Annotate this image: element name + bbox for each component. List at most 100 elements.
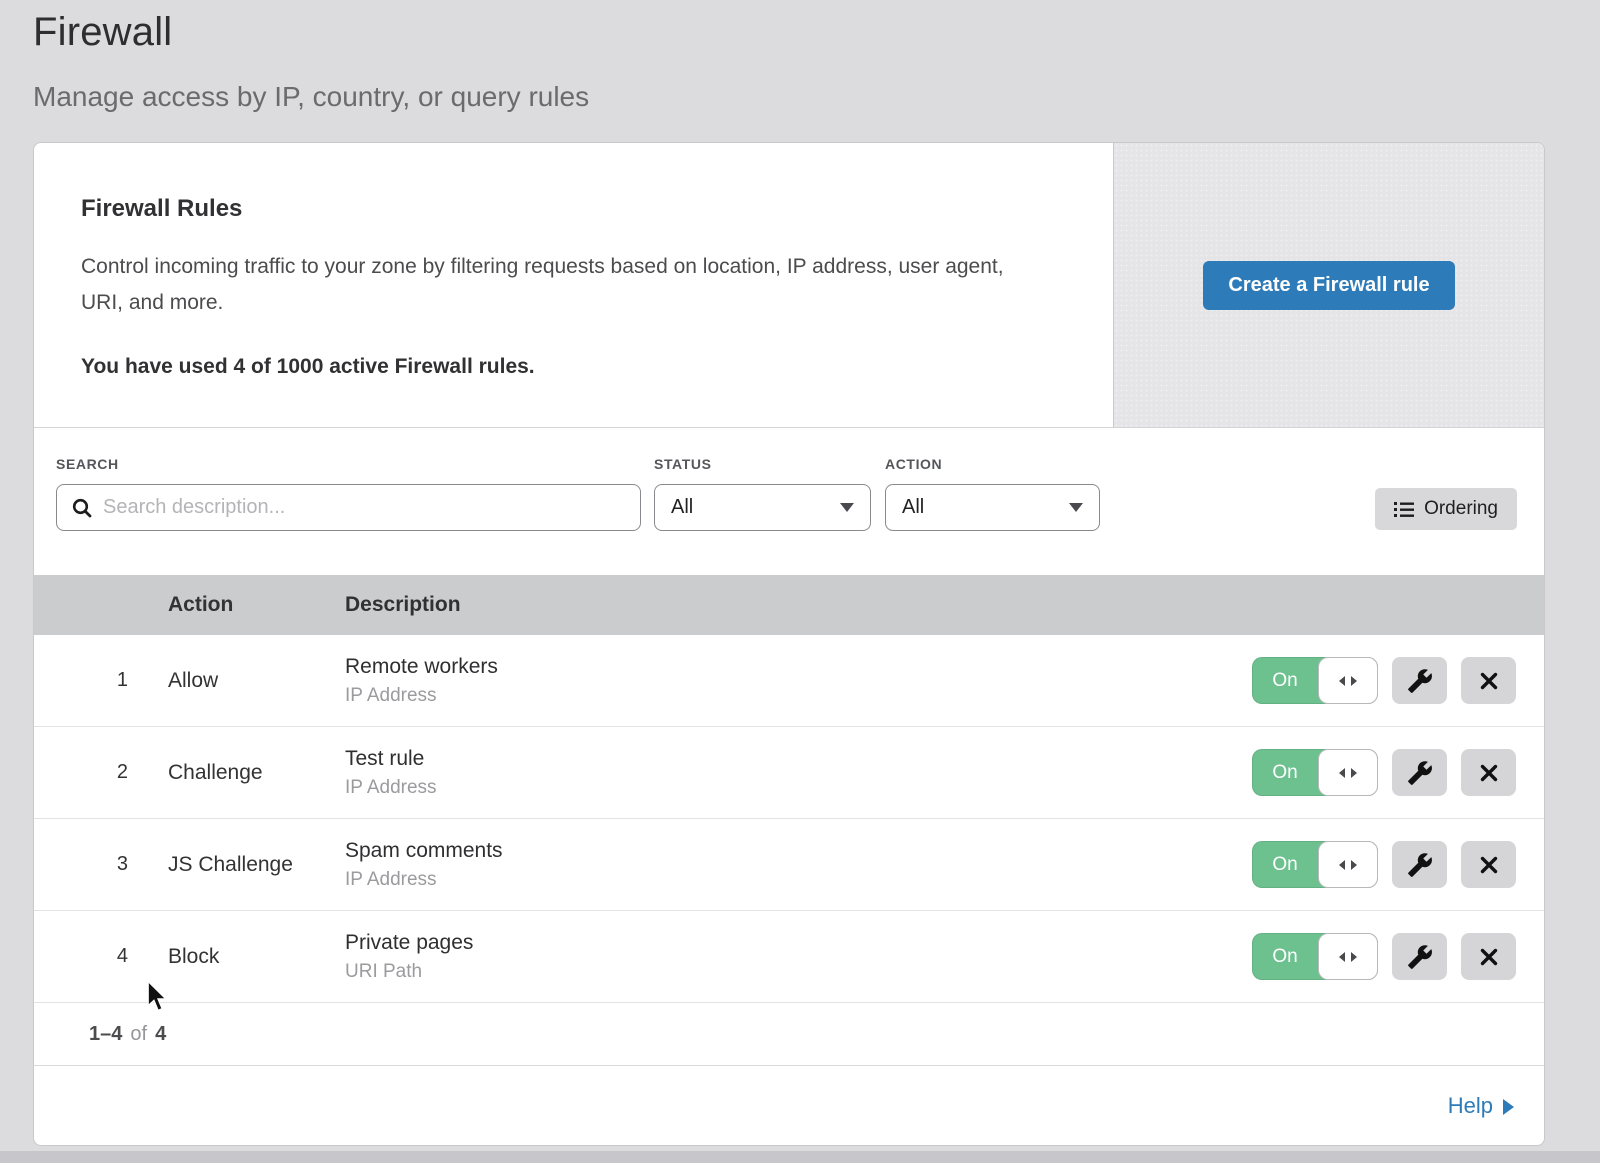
rule-match-type: IP Address [345, 685, 1244, 707]
chevron-down-icon [1069, 503, 1083, 512]
card-description: Control incoming traffic to your zone by… [81, 249, 1031, 321]
toggle-handle[interactable] [1318, 933, 1378, 980]
rule-controls: On [1244, 841, 1544, 888]
page-subtitle: Manage access by IP, country, or query r… [33, 81, 1600, 113]
rule-enabled-toggle[interactable]: On [1252, 657, 1378, 704]
ordering-button[interactable]: Ordering [1375, 488, 1517, 530]
rule-description-cell: Spam comments IP Address [345, 839, 1244, 891]
action-select[interactable]: All [885, 484, 1100, 531]
bottom-strip [0, 1151, 1600, 1163]
rule-enabled-toggle[interactable]: On [1252, 749, 1378, 796]
rule-enabled-toggle[interactable]: On [1252, 933, 1378, 980]
search-icon [71, 497, 93, 519]
delete-rule-button[interactable] [1461, 933, 1516, 980]
rule-description: Spam comments [345, 839, 1244, 863]
status-label: STATUS [654, 456, 871, 472]
rule-description-cell: Private pages URI Path [345, 931, 1244, 983]
delete-rule-button[interactable] [1461, 841, 1516, 888]
help-link-label: Help [1448, 1093, 1493, 1119]
status-select-value: All [671, 496, 693, 519]
action-column-header: Action [168, 593, 345, 617]
table-row: 2 Challenge Test rule IP Address On [34, 727, 1544, 819]
firewall-page: Firewall Manage access by IP, country, o… [0, 0, 1600, 1146]
close-icon [1477, 945, 1501, 969]
toggle-handle[interactable] [1318, 749, 1378, 796]
toggle-on-label: On [1252, 841, 1318, 888]
ordering-button-label: Ordering [1424, 498, 1498, 520]
toggle-on-label: On [1252, 657, 1318, 704]
drag-arrows-icon [1337, 673, 1359, 689]
toggle-on-label: On [1252, 749, 1318, 796]
rules-table: Action Description 1 Allow Remote worker… [34, 575, 1544, 1003]
list-icon [1394, 500, 1414, 518]
action-select-value: All [902, 496, 924, 519]
rule-action: JS Challenge [168, 853, 345, 877]
rule-description-cell: Remote workers IP Address [345, 655, 1244, 707]
toggle-handle[interactable] [1318, 657, 1378, 704]
wrench-icon [1407, 852, 1433, 878]
pagination: 1–4 of 4 [34, 1003, 1544, 1066]
rule-description: Private pages [345, 931, 1244, 955]
card-heading: Firewall Rules [81, 195, 1053, 223]
table-row: 1 Allow Remote workers IP Address On [34, 635, 1544, 727]
toggle-on-label: On [1252, 933, 1318, 980]
filter-bar: SEARCH STATUS All ACTION [34, 428, 1544, 575]
search-input-wrap[interactable] [56, 484, 641, 531]
rule-priority: 2 [34, 761, 168, 784]
card-top-section: Firewall Rules Control incoming traffic … [34, 143, 1544, 428]
pagination-total: 4 [155, 1023, 166, 1046]
status-select[interactable]: All [654, 484, 871, 531]
edit-rule-button[interactable] [1392, 749, 1447, 796]
create-firewall-rule-button[interactable]: Create a Firewall rule [1203, 261, 1454, 310]
rule-priority: 1 [34, 669, 168, 692]
firewall-rules-card: Firewall Rules Control incoming traffic … [33, 142, 1545, 1146]
rule-action: Allow [168, 669, 345, 693]
rule-enabled-toggle[interactable]: On [1252, 841, 1378, 888]
rule-description: Test rule [345, 747, 1244, 771]
rule-action: Challenge [168, 761, 345, 785]
delete-rule-button[interactable] [1461, 657, 1516, 704]
table-header: Action Description [34, 575, 1544, 635]
toggle-handle[interactable] [1318, 841, 1378, 888]
rule-controls: On [1244, 933, 1544, 980]
chevron-down-icon [840, 503, 854, 512]
delete-rule-button[interactable] [1461, 749, 1516, 796]
close-icon [1477, 669, 1501, 693]
status-filter: STATUS All [654, 456, 871, 531]
wrench-icon [1407, 944, 1433, 970]
create-rule-panel: Create a Firewall rule [1113, 143, 1544, 427]
rule-match-type: URI Path [345, 961, 1244, 983]
search-filter: SEARCH [56, 456, 641, 531]
edit-rule-button[interactable] [1392, 933, 1447, 980]
close-icon [1477, 761, 1501, 785]
card-intro: Firewall Rules Control incoming traffic … [34, 143, 1113, 427]
edit-rule-button[interactable] [1392, 841, 1447, 888]
drag-arrows-icon [1337, 765, 1359, 781]
search-label: SEARCH [56, 456, 641, 472]
rule-description: Remote workers [345, 655, 1244, 679]
page-title: Firewall [33, 10, 1600, 55]
arrow-right-icon [1503, 1099, 1514, 1115]
drag-arrows-icon [1337, 949, 1359, 965]
rule-controls: On [1244, 749, 1544, 796]
rule-priority: 4 [34, 945, 168, 968]
rule-match-type: IP Address [345, 869, 1244, 891]
wrench-icon [1407, 668, 1433, 694]
card-footer: Help [34, 1066, 1544, 1145]
edit-rule-button[interactable] [1392, 657, 1447, 704]
action-filter: ACTION All [885, 456, 1100, 531]
drag-arrows-icon [1337, 857, 1359, 873]
table-row: 3 JS Challenge Spam comments IP Address … [34, 819, 1544, 911]
help-link[interactable]: Help [1448, 1093, 1514, 1119]
pagination-range: 1–4 [89, 1023, 122, 1046]
rules-usage-text: You have used 4 of 1000 active Firewall … [81, 355, 1053, 379]
rule-controls: On [1244, 657, 1544, 704]
rule-priority: 3 [34, 853, 168, 876]
rule-match-type: IP Address [345, 777, 1244, 799]
rule-action: Block [168, 945, 345, 969]
action-label: ACTION [885, 456, 1100, 472]
wrench-icon [1407, 760, 1433, 786]
table-row: 4 Block Private pages URI Path On [34, 911, 1544, 1003]
search-input[interactable] [103, 496, 626, 519]
close-icon [1477, 853, 1501, 877]
